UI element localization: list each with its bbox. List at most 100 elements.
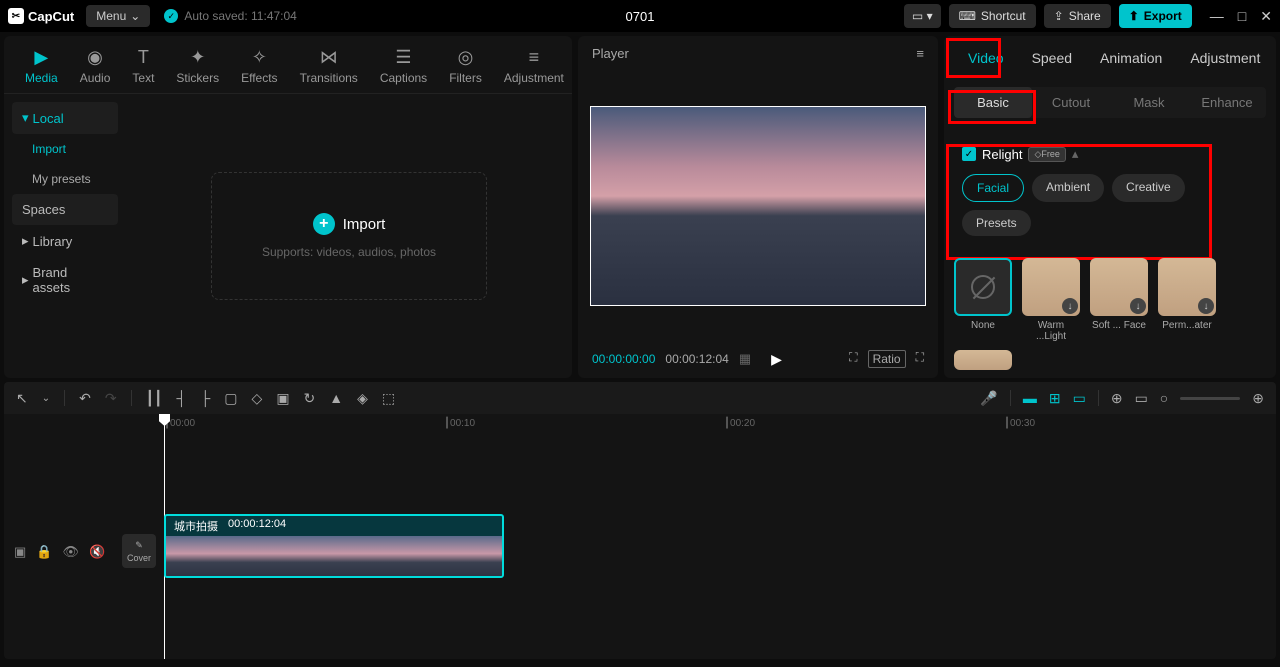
import-hint: Supports: videos, audios, photos bbox=[262, 245, 436, 259]
menu-icon[interactable]: ≡ bbox=[916, 46, 924, 61]
tab-media[interactable]: ▶Media bbox=[14, 42, 69, 93]
pointer-icon[interactable]: ↖ bbox=[16, 390, 28, 407]
subtab-mask[interactable]: Mask bbox=[1110, 87, 1188, 118]
sidebar-item-library[interactable]: ▸Library bbox=[12, 225, 118, 257]
trim-right-icon[interactable]: ├ bbox=[200, 390, 210, 406]
clip-header: 城市拍摄 00:00:12:04 bbox=[166, 516, 502, 536]
mark-icon[interactable]: ◇ bbox=[252, 390, 263, 407]
pill-presets[interactable]: Presets bbox=[962, 210, 1031, 236]
ratio-button[interactable]: Ratio bbox=[868, 350, 906, 368]
magnet-icon[interactable]: ⊞ bbox=[1049, 390, 1061, 407]
play-button[interactable]: ▶ bbox=[771, 351, 782, 368]
player-panel: Player ≡ 00:00:00:00 00:00:12:04 ▦ ▶ ⛶ R… bbox=[578, 36, 938, 378]
separator bbox=[1098, 390, 1099, 406]
crop-tool-icon[interactable]: ▢ bbox=[224, 390, 237, 407]
maximize-button[interactable]: □ bbox=[1238, 8, 1246, 25]
title-bar: ✂ CapCut Menu ⌄ ✓ Auto saved: 11:47:04 0… bbox=[0, 0, 1280, 32]
pill-creative[interactable]: Creative bbox=[1112, 174, 1185, 202]
download-icon: ↓ bbox=[1062, 298, 1078, 314]
sidebar-item-brand-assets[interactable]: ▸Brand assets bbox=[12, 257, 118, 303]
sidebar-item-local[interactable]: ▾Local bbox=[12, 102, 118, 134]
crop2-icon[interactable]: ⬚ bbox=[382, 390, 395, 407]
sidebar-item-spaces[interactable]: Spaces bbox=[12, 194, 118, 225]
preview-icon[interactable]: ▭ bbox=[1135, 390, 1148, 407]
mic-icon[interactable]: 🎤 bbox=[980, 390, 997, 407]
share-button[interactable]: ⇪ Share bbox=[1044, 4, 1111, 28]
compare-icon[interactable]: ▦ bbox=[739, 351, 751, 367]
export-button[interactable]: ⬆ Export bbox=[1119, 4, 1192, 28]
align-icon[interactable]: ⊕ bbox=[1111, 390, 1123, 407]
link-icon[interactable]: ▭ bbox=[1073, 390, 1086, 407]
timeline-ruler[interactable]: ┃00:00 ┃00:10 ┃00:20 ┃00:30 bbox=[4, 414, 1276, 434]
import-button[interactable]: + Import bbox=[262, 213, 436, 235]
tab-adjustment[interactable]: ≡Adjustment bbox=[493, 42, 575, 93]
track-toggle-icon[interactable]: ▣ bbox=[14, 544, 26, 560]
zoom-slider[interactable] bbox=[1180, 397, 1240, 400]
app-name: CapCut bbox=[28, 9, 74, 24]
tab-filters[interactable]: ◎Filters bbox=[438, 42, 493, 93]
lock-icon[interactable]: 🔒 bbox=[36, 544, 52, 560]
eye-icon[interactable]: 👁 bbox=[62, 544, 79, 560]
relight-checkbox[interactable]: ✓ bbox=[962, 147, 976, 161]
tab-video[interactable]: Video bbox=[954, 36, 1018, 80]
mirror-icon[interactable]: ▲ bbox=[329, 390, 343, 406]
preset-warm-light[interactable]: ↓ Warm ...Light bbox=[1022, 258, 1080, 342]
dropdown-icon[interactable]: ⌄ bbox=[42, 393, 50, 404]
tab-captions[interactable]: ☰Captions bbox=[369, 42, 438, 93]
crop-icon[interactable]: ⛶ bbox=[849, 350, 857, 368]
rotate-icon[interactable]: ◈ bbox=[357, 390, 368, 407]
aspect-button[interactable]: ▭ ▾ bbox=[904, 4, 941, 28]
split-icon[interactable]: ┃┃ bbox=[146, 390, 163, 407]
timeline-toolbar: ↖ ⌄ ↶ ↷ ┃┃ ┤ ├ ▢ ◇ ▣ ↻ ▲ ◈ ⬚ 🎤 ▬ ⊞ ▭ ⊕ ▭… bbox=[4, 382, 1276, 414]
subtab-enhance[interactable]: Enhance bbox=[1188, 87, 1266, 118]
stickers-icon: ✦ bbox=[187, 46, 209, 68]
subtab-cutout[interactable]: Cutout bbox=[1032, 87, 1110, 118]
pill-facial[interactable]: Facial bbox=[962, 174, 1024, 202]
property-tabs: Video Speed Animation Adjustment bbox=[954, 36, 1266, 81]
shortcut-button[interactable]: ⌨ Shortcut bbox=[949, 4, 1036, 28]
tab-effects[interactable]: ✧Effects bbox=[230, 42, 288, 93]
fullscreen-icon[interactable]: ⛶ bbox=[916, 350, 924, 368]
timeline-clip[interactable]: 城市拍摄 00:00:12:04 bbox=[164, 514, 504, 578]
redo-icon[interactable]: ↷ bbox=[105, 390, 117, 407]
relight-pill-row: Facial Ambient Creative Presets bbox=[962, 174, 1258, 236]
zoom-out-icon[interactable]: ○ bbox=[1160, 390, 1168, 406]
clip-thumb bbox=[214, 536, 262, 578]
preset-none[interactable]: None bbox=[954, 258, 1012, 342]
tab-animation[interactable]: Animation bbox=[1086, 36, 1176, 80]
import-dropzone[interactable]: + Import Supports: videos, audios, photo… bbox=[211, 172, 487, 300]
zoom-in-icon[interactable]: ⊕ bbox=[1252, 390, 1264, 407]
preset-row-2 bbox=[954, 350, 1266, 370]
sidebar-item-my-presets[interactable]: My presets bbox=[12, 164, 118, 194]
reverse-icon[interactable]: ↻ bbox=[304, 390, 316, 407]
tab-transitions[interactable]: ⋈Transitions bbox=[289, 42, 369, 93]
cover-button[interactable]: ✎ Cover bbox=[122, 534, 156, 568]
mute-icon[interactable]: 🔇 bbox=[89, 544, 105, 560]
close-button[interactable]: ✕ bbox=[1260, 8, 1272, 25]
menu-button[interactable]: Menu ⌄ bbox=[86, 5, 150, 27]
sidebar-item-import[interactable]: Import bbox=[12, 134, 118, 164]
video-preview[interactable] bbox=[590, 106, 926, 306]
tab-stickers[interactable]: ✦Stickers bbox=[165, 42, 230, 93]
trim-left-icon[interactable]: ┤ bbox=[176, 390, 186, 406]
tab-text[interactable]: TText bbox=[121, 42, 165, 93]
subtab-basic[interactable]: Basic bbox=[954, 87, 1032, 118]
tab-speed[interactable]: Speed bbox=[1018, 36, 1086, 80]
preset-perm-ater[interactable]: ↓ Perm...ater bbox=[1158, 258, 1216, 342]
collapse-icon[interactable]: ▴ bbox=[1072, 146, 1079, 162]
pill-ambient[interactable]: Ambient bbox=[1032, 174, 1104, 202]
ruler-mark: ┃00:20 bbox=[724, 418, 755, 429]
preset-extra[interactable] bbox=[954, 350, 1012, 370]
preset-thumb bbox=[954, 350, 1012, 370]
tab-audio[interactable]: ◉Audio bbox=[69, 42, 122, 93]
minimize-button[interactable]: — bbox=[1210, 8, 1224, 25]
undo-icon[interactable]: ↶ bbox=[79, 390, 91, 407]
tab-adjustment-prop[interactable]: Adjustment bbox=[1176, 36, 1274, 80]
snap-icon[interactable]: ▬ bbox=[1023, 390, 1037, 406]
player-header: Player ≡ bbox=[578, 36, 938, 71]
relight-title: Relight bbox=[982, 147, 1022, 162]
duration: 00:00:12:04 bbox=[665, 352, 728, 366]
audio-icon: ◉ bbox=[84, 46, 106, 68]
copy-icon[interactable]: ▣ bbox=[276, 390, 289, 407]
preset-soft-face[interactable]: ↓ Soft ... Face bbox=[1090, 258, 1148, 342]
